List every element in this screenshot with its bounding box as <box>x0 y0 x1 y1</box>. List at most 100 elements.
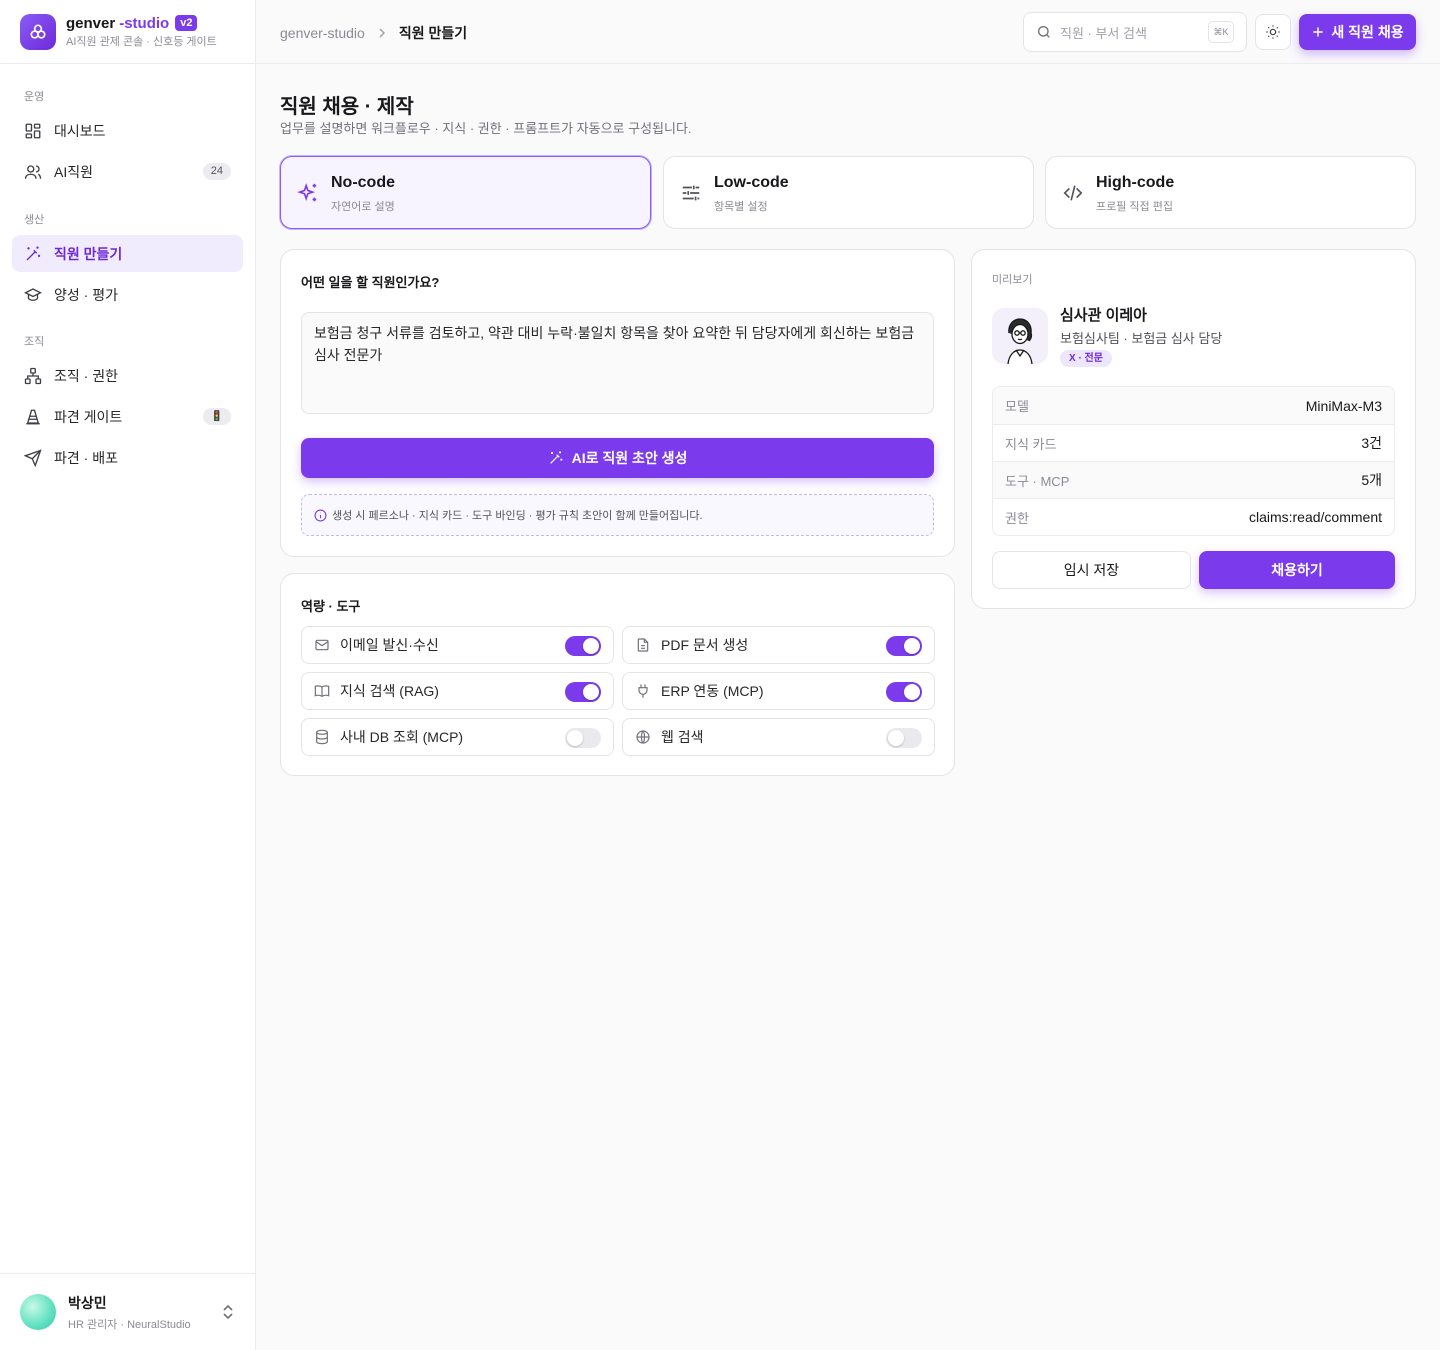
expertise-badge: X · 전문 <box>1060 350 1112 367</box>
tool-email[interactable]: 이메일 발신·수신 <box>301 626 614 664</box>
employee-team: 보험심사팀 · 보험금 심사 담당 <box>1060 331 1223 346</box>
capabilities-title: 역량 · 도구 <box>301 599 361 614</box>
brand-suffix: -studio <box>119 14 170 32</box>
job-description-input[interactable]: 보험금 청구 서류를 검토하고, 약관 대비 누락·불일치 항목을 찾아 요약한… <box>301 312 934 414</box>
page-subtitle: 업무를 설명하면 워크플로우 · 지식 · 권한 · 프롬프트가 자동으로 구성… <box>280 121 692 136</box>
sidebar-item-label: 파견 · 배포 <box>54 449 118 466</box>
mode-title: Low-code <box>714 174 789 191</box>
generate-draft-label: AI로 직원 초안 생성 <box>571 450 688 466</box>
sidebar-item-label: 직원 만들기 <box>54 245 123 262</box>
org-chart-icon <box>24 367 42 385</box>
chevron-up-down-icon[interactable] <box>221 1303 235 1321</box>
tool-pdf[interactable]: PDF 문서 생성 <box>622 626 935 664</box>
tool-toggle[interactable] <box>886 682 922 702</box>
brand-name: genver <box>66 14 116 32</box>
mode-card-high-code[interactable]: High-code 프로필 직접 편집 <box>1045 156 1416 229</box>
topbar: genver-studio 직원 만들기 직원 · 부서 검색 ⌘K 새 직원 … <box>256 0 1440 64</box>
save-draft-button[interactable]: 임시 저장 <box>992 551 1191 589</box>
users-icon <box>24 163 42 181</box>
plug-icon <box>635 683 651 699</box>
theme-toggle-button[interactable] <box>1255 14 1291 50</box>
detail-row: 지식 카드 3건 <box>993 424 1394 461</box>
tool-toggle[interactable] <box>565 682 601 702</box>
tool-web-search[interactable]: 웹 검색 <box>622 718 935 756</box>
tool-toggle[interactable] <box>886 728 922 748</box>
sidebar-item-label: 파견 게이트 <box>54 408 123 425</box>
sidebar-item-dashboard[interactable]: 대시보드 <box>12 112 243 149</box>
tool-label: 지식 검색 (RAG) <box>340 683 439 699</box>
magic-wand-icon <box>24 245 42 263</box>
page-title: 직원 채용 · 제작 <box>280 96 414 118</box>
sidebar-item-label: 대시보드 <box>54 122 106 139</box>
hire-button[interactable]: 채용하기 <box>1199 551 1395 589</box>
sidebar-item-ai-employees[interactable]: AI직원 24 <box>12 153 243 190</box>
detail-value: 5개 <box>1361 472 1382 488</box>
hint-text: 생성 시 페르소나 · 지식 카드 · 도구 바인딩 · 평가 규칙 초안이 함… <box>332 510 703 522</box>
chevron-right-icon <box>377 28 387 38</box>
detail-value: claims:read/comment <box>1248 509 1382 525</box>
sidebar-item-dispatch-gate[interactable]: 파견 게이트 🚦 <box>12 398 243 435</box>
sidebar-item-training[interactable]: 양성 · 평가 <box>12 276 243 313</box>
brand[interactable]: genver -studio v2 AI직원 관제 콘솔 · 신호등 게이트 <box>0 0 255 64</box>
new-employee-button[interactable]: 새 직원 채용 <box>1299 14 1416 50</box>
preview-card: 미리보기 심사관 이레아 보험심사팀 · 보험금 심사 담당 X · 전문 모델… <box>971 249 1416 609</box>
employee-avatar <box>992 308 1048 364</box>
sidebar-item-deploy[interactable]: 파견 · 배포 <box>12 439 243 476</box>
sparkles-icon <box>297 182 319 204</box>
preview-label: 미리보기 <box>992 274 1033 286</box>
new-employee-label: 새 직원 채용 <box>1331 24 1404 40</box>
sun-icon <box>1265 24 1281 40</box>
user-name: 박상민 <box>68 1294 107 1311</box>
detail-row: 모델 MiniMax-M3 <box>993 387 1394 424</box>
user-menu[interactable]: 박상민 HR 관리자 · NeuralStudio <box>0 1273 255 1350</box>
tool-toggle[interactable] <box>565 636 601 656</box>
sliders-icon <box>680 182 702 204</box>
sidebar-item-org-permissions[interactable]: 조직 · 권한 <box>12 357 243 394</box>
employee-name: 심사관 이레아 <box>1060 307 1147 324</box>
tool-erp[interactable]: ERP 연동 (MCP) <box>622 672 935 710</box>
avatar <box>20 1294 56 1330</box>
mode-subtitle: 항목별 설정 <box>714 201 768 213</box>
detail-key: 지식 카드 <box>1005 436 1057 452</box>
mode-card-no-code[interactable]: No-code 자연어로 설명 <box>280 156 651 229</box>
detail-row: 권한 claims:read/comment <box>993 498 1394 535</box>
nav-section-organization: 조직 <box>24 336 45 348</box>
tool-rag[interactable]: 지식 검색 (RAG) <box>301 672 614 710</box>
sidebar-item-create-employee[interactable]: 직원 만들기 <box>12 235 243 272</box>
nav-section-operations: 운영 <box>24 91 45 103</box>
preview-details: 모델 MiniMax-M3 지식 카드 3건 도구 · MCP 5개 권한 cl… <box>992 386 1395 536</box>
database-icon <box>314 729 330 745</box>
question-label: 어떤 일을 할 직원인가요? <box>301 275 440 290</box>
breadcrumb-root[interactable]: genver-studio <box>280 25 365 41</box>
user-role: HR 관리자 · NeuralStudio <box>68 1318 191 1331</box>
brand-subtitle: AI직원 관제 콘솔 · 신호등 게이트 <box>66 36 217 48</box>
tool-internal-db[interactable]: 사내 DB 조회 (MCP) <box>301 718 614 756</box>
detail-value: 3건 <box>1361 435 1382 451</box>
mode-subtitle: 프로필 직접 편집 <box>1096 201 1173 213</box>
mode-title: No-code <box>331 174 395 191</box>
generation-hint: 생성 시 페르소나 · 지식 카드 · 도구 바인딩 · 평가 규칙 초안이 함… <box>301 494 934 536</box>
info-icon <box>314 509 327 522</box>
tool-toggle[interactable] <box>565 728 601 748</box>
sidebar-item-label: 조직 · 권한 <box>54 367 118 384</box>
tool-label: ERP 연동 (MCP) <box>661 683 764 699</box>
sidebar-item-label: AI직원 <box>54 163 93 180</box>
tool-toggle[interactable] <box>886 636 922 656</box>
plus-icon <box>1311 25 1325 39</box>
generate-draft-button[interactable]: AI로 직원 초안 생성 <box>301 438 934 478</box>
traffic-cone-icon <box>24 408 42 426</box>
dashboard-icon <box>24 122 42 140</box>
book-icon <box>314 683 330 699</box>
sidebar: genver -studio v2 AI직원 관제 콘솔 · 신호등 게이트 운… <box>0 0 256 1350</box>
breadcrumb-current: 직원 만들기 <box>398 25 468 41</box>
detail-value: MiniMax-M3 <box>1305 397 1382 414</box>
search-input[interactable]: 직원 · 부서 검색 ⌘K <box>1023 12 1247 52</box>
nav-section-production: 생산 <box>24 214 45 226</box>
send-icon <box>24 448 42 467</box>
mode-card-low-code[interactable]: Low-code 항목별 설정 <box>663 156 1034 229</box>
capabilities-card: 역량 · 도구 이메일 발신·수신 PDF 문서 생성 지식 검색 (RAG) … <box>280 573 955 776</box>
code-icon <box>1062 182 1084 204</box>
tool-label: 웹 검색 <box>661 729 704 745</box>
tool-label: 이메일 발신·수신 <box>340 637 439 653</box>
mail-icon <box>314 637 330 653</box>
